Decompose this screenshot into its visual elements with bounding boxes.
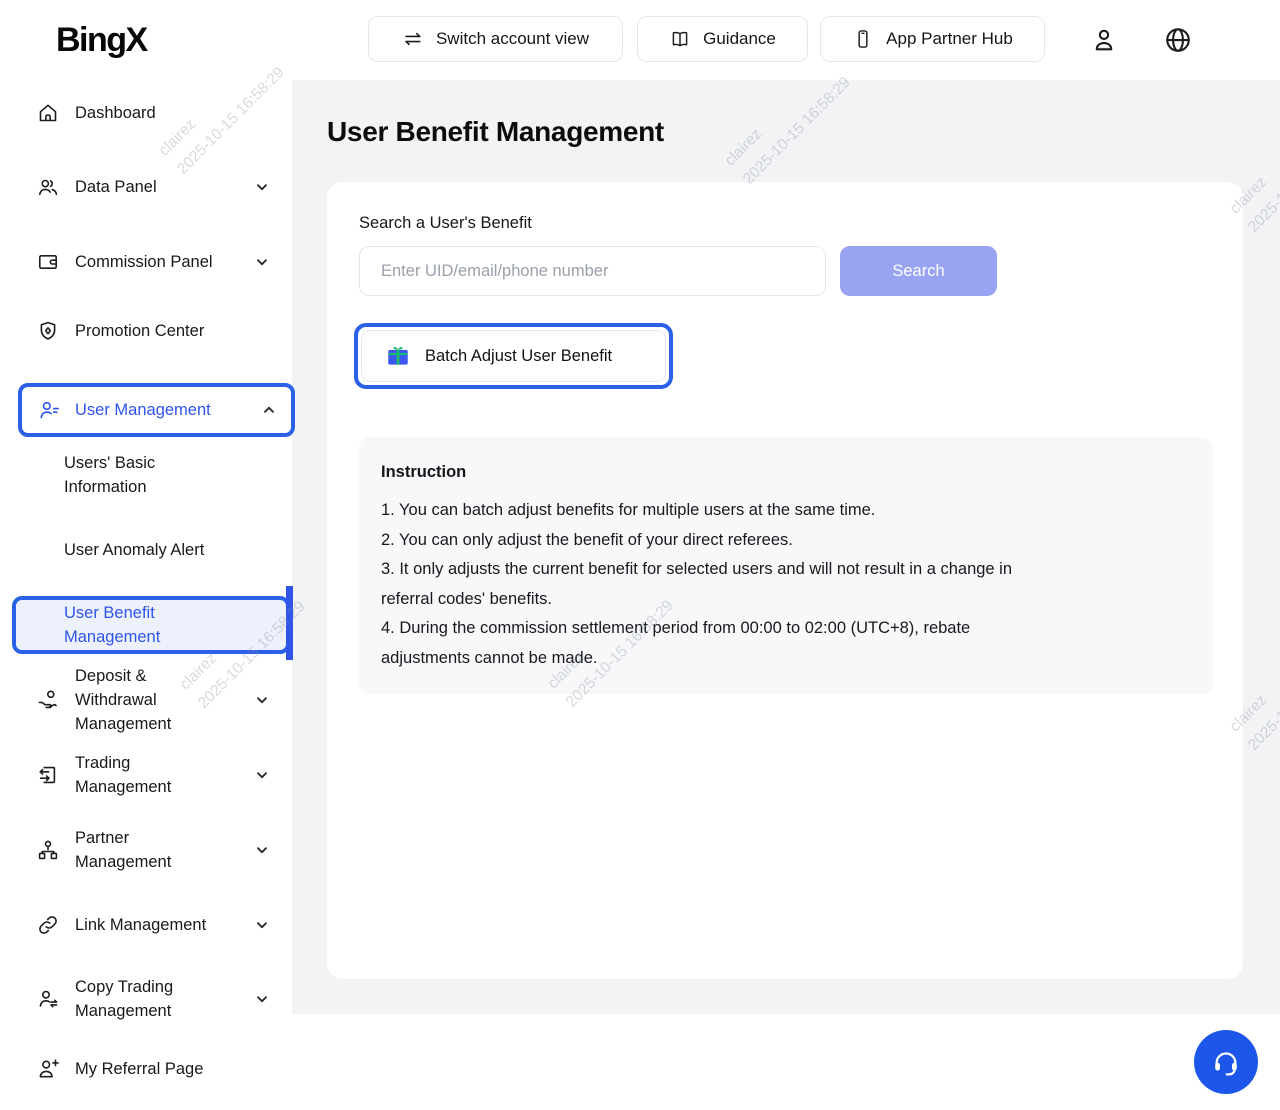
benefit-card: Search a User's Benefit Search Batch Adj…	[327, 182, 1243, 979]
gift-icon	[385, 343, 411, 369]
page-title: User Benefit Management	[327, 116, 664, 148]
sidebar-subitem-user-benefit-management[interactable]: User Benefit Management	[12, 596, 290, 654]
sidebar: Dashboard Data Panel Commission Panel	[0, 80, 292, 1110]
chevron-up-icon[interactable]	[261, 402, 277, 418]
book-icon	[669, 28, 691, 50]
sidebar-item-commission-panel[interactable]: Commission Panel	[36, 244, 270, 280]
shield-icon	[36, 319, 60, 343]
globe-language-icon[interactable]	[1160, 22, 1196, 58]
sidebar-item-label: User Management	[75, 398, 211, 422]
phone-icon	[852, 28, 874, 50]
org-chart-icon	[36, 838, 60, 862]
sidebar-item-label: Commission Panel	[75, 250, 213, 274]
sidebar-subitem-users-basic-information[interactable]: Users' Basic Information	[64, 451, 155, 499]
headset-icon	[1210, 1046, 1242, 1078]
active-item-indicator	[286, 586, 293, 660]
instruction-title: Instruction	[381, 463, 1191, 482]
sidebar-item-copy-trading-management[interactable]: Copy Trading Management	[36, 975, 270, 1023]
home-icon	[36, 101, 60, 125]
switch-account-view-button[interactable]: Switch account view	[368, 16, 623, 62]
chevron-down-icon[interactable]	[254, 842, 270, 858]
user-list-icon	[37, 398, 61, 422]
sidebar-item-label: My Referral Page	[75, 1057, 203, 1081]
account-person-icon[interactable]	[1086, 22, 1122, 58]
batch-adjust-label: Batch Adjust User Benefit	[425, 347, 612, 366]
sidebar-item-label: Copy Trading Management	[75, 975, 173, 1023]
search-section-label: Search a User's Benefit	[359, 214, 532, 233]
document-transfer-icon	[36, 763, 60, 787]
guidance-button[interactable]: Guidance	[637, 16, 808, 62]
sidebar-item-label: Deposit & Withdrawal Management	[75, 664, 171, 736]
sidebar-item-trading-management[interactable]: Trading Management	[36, 751, 270, 799]
instruction-item: 2. You can only adjust the benefit of yo…	[381, 526, 1191, 556]
guidance-label: Guidance	[703, 29, 776, 49]
hand-coin-icon	[36, 688, 60, 712]
annotation-highlight-box: Batch Adjust User Benefit	[354, 323, 673, 389]
sidebar-item-label: Promotion Center	[75, 319, 204, 343]
switch-account-view-label: Switch account view	[436, 29, 589, 49]
chevron-down-icon[interactable]	[254, 254, 270, 270]
customer-support-button[interactable]	[1194, 1030, 1258, 1094]
search-input[interactable]	[359, 246, 826, 296]
instruction-item: 4. During the commission settlement peri…	[381, 614, 1191, 673]
sidebar-item-dashboard[interactable]: Dashboard	[36, 95, 270, 131]
sidebar-item-label: Dashboard	[75, 101, 156, 125]
sidebar-subitem-user-anomaly-alert[interactable]: User Anomaly Alert	[64, 538, 204, 562]
sidebar-item-label: Partner Management	[75, 826, 171, 874]
app-partner-hub-label: App Partner Hub	[886, 29, 1013, 49]
top-header: BingX Switch account view Guidance App P…	[0, 0, 1280, 80]
sidebar-item-label: Link Management	[75, 913, 206, 937]
app-partner-hub-button[interactable]: App Partner Hub	[820, 16, 1045, 62]
wallet-icon	[36, 250, 60, 274]
bingx-logo: BingX	[56, 21, 147, 60]
sidebar-item-label: User Benefit Management	[64, 601, 160, 649]
sidebar-item-partner-management[interactable]: Partner Management	[36, 826, 270, 874]
link-icon	[36, 913, 60, 937]
sidebar-item-my-referral-page[interactable]: My Referral Page	[36, 1051, 270, 1087]
sidebar-item-data-panel[interactable]: Data Panel	[36, 169, 270, 205]
sidebar-item-label: Trading Management	[75, 751, 171, 799]
instruction-item: 1. You can batch adjust benefits for mul…	[381, 496, 1191, 526]
switch-arrows-icon	[402, 28, 424, 50]
search-button[interactable]: Search	[840, 246, 997, 296]
sidebar-item-user-management[interactable]: User Management	[18, 383, 295, 437]
chevron-down-icon[interactable]	[254, 179, 270, 195]
sidebar-item-deposit-withdrawal[interactable]: Deposit & Withdrawal Management	[36, 664, 270, 736]
instruction-panel: Instruction 1. You can batch adjust bene…	[359, 437, 1213, 694]
chevron-down-icon[interactable]	[254, 692, 270, 708]
chevron-down-icon[interactable]	[254, 991, 270, 1007]
sidebar-item-label: Data Panel	[75, 175, 157, 199]
person-arrows-icon	[36, 987, 60, 1011]
batch-adjust-user-benefit-button[interactable]: Batch Adjust User Benefit	[361, 330, 666, 382]
instruction-item: 3. It only adjusts the current benefit f…	[381, 555, 1191, 614]
chevron-down-icon[interactable]	[254, 917, 270, 933]
chevron-down-icon[interactable]	[254, 767, 270, 783]
sidebar-item-link-management[interactable]: Link Management	[36, 907, 270, 943]
people-icon	[36, 175, 60, 199]
person-plus-icon	[36, 1057, 60, 1081]
sidebar-item-promotion-center[interactable]: Promotion Center	[36, 313, 270, 349]
